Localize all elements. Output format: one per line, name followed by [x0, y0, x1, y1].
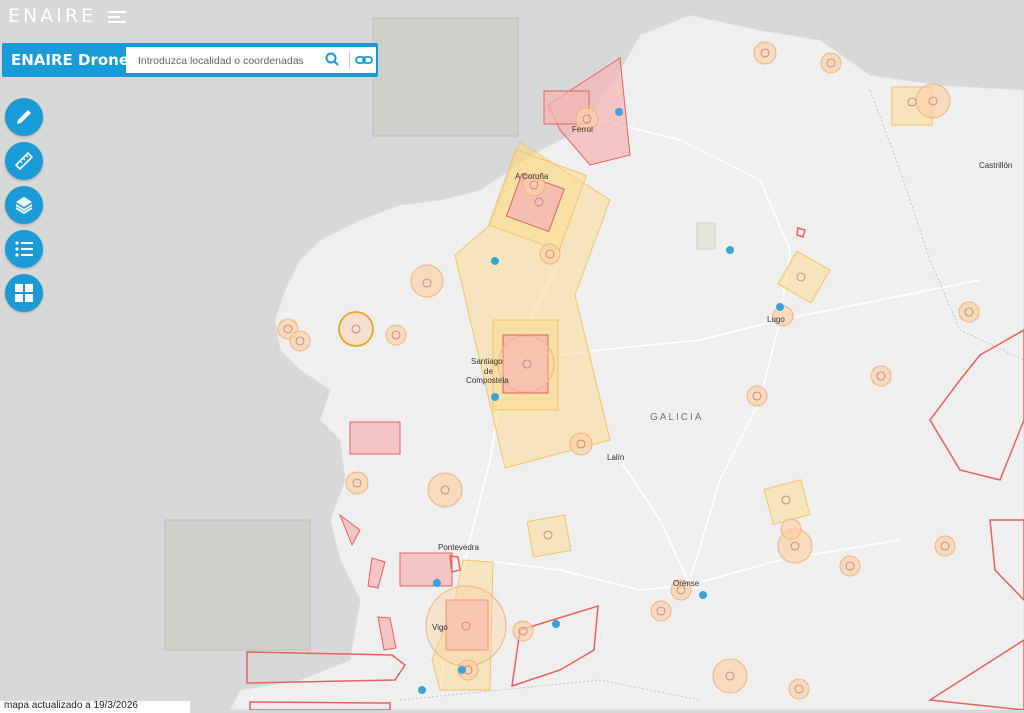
apps-tool-button[interactable]: [5, 274, 43, 312]
legend-tool-button[interactable]: [5, 230, 43, 268]
search-field: [126, 47, 376, 73]
draw-tool-button[interactable]: [5, 98, 43, 136]
search-divider: [349, 51, 350, 69]
place-label-pontevedra: Pontevedra: [438, 543, 479, 552]
layers-icon: [15, 197, 33, 215]
place-label-santiago-de: de: [484, 367, 493, 376]
link-icon: [355, 56, 373, 64]
region-label: GALICIA: [650, 412, 704, 423]
place-label-orense: Orense: [673, 579, 700, 588]
measure-tool-button[interactable]: [5, 142, 43, 180]
search-icon: [325, 52, 339, 66]
link-button[interactable]: [354, 50, 374, 70]
place-label-ferrol: Ferrol: [572, 125, 593, 134]
map-canvas[interactable]: [0, 0, 1024, 710]
ruler-icon: [14, 151, 34, 171]
place-label-coruna: A Coruña: [515, 172, 549, 181]
ocean-zone: [372, 17, 519, 137]
grid-icon: [15, 284, 33, 302]
place-label-vigo: Vigo: [432, 623, 448, 632]
pencil-icon: [17, 110, 31, 124]
search-input[interactable]: [136, 51, 320, 71]
update-notice: mapa actualizado a 19/3/2026: [0, 701, 190, 713]
layers-tool-button[interactable]: [5, 186, 43, 224]
place-label-lalin: Lalín: [607, 453, 625, 462]
list-icon: [15, 241, 33, 257]
logo-bars-icon: [108, 8, 127, 26]
enaire-logo: ENAIRE: [8, 4, 127, 28]
aerodrome-zone: [696, 222, 716, 250]
search-bar: ENAIRE Drones: [2, 43, 378, 77]
search-button[interactable]: [322, 50, 342, 70]
place-label-castrillon: Castrillón: [979, 161, 1013, 170]
place-label-lugo: Lugo: [767, 315, 785, 324]
place-label-compostela: Compostela: [466, 376, 509, 385]
logo-text: ENAIRE: [8, 5, 97, 27]
place-label-santiago: Santiago: [471, 357, 503, 366]
app-title: ENAIRE Drones: [11, 51, 138, 69]
ocean-zone: [164, 519, 311, 651]
